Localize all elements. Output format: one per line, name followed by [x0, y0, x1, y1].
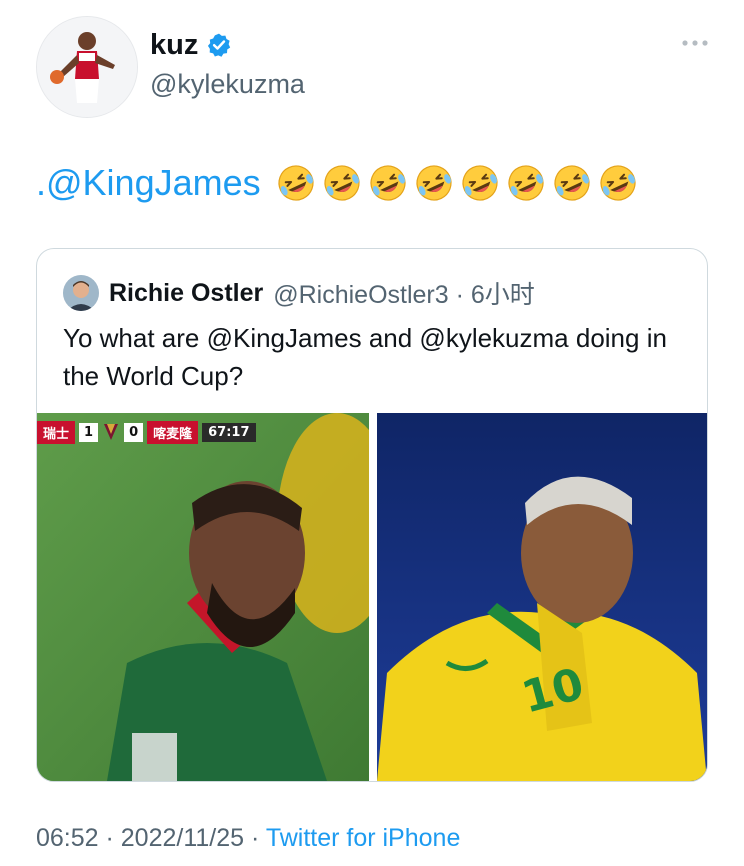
author-display-name[interactable]: kuz — [150, 28, 198, 62]
author-avatar[interactable] — [36, 16, 138, 118]
scoreboard-score1: 1 — [79, 422, 99, 442]
rolling-laughing-emoji-icon — [278, 165, 314, 201]
quoted-media-photo-1[interactable]: 瑞士 1 0 喀麦隆 67:17 — [37, 413, 369, 781]
player-avatar-icon — [37, 17, 137, 117]
person-avatar-icon — [63, 275, 99, 311]
rolling-laughing-emoji-icon — [600, 165, 636, 201]
rolling-laughing-emoji-icon — [554, 165, 590, 201]
author-handle[interactable]: @kylekuzma — [150, 64, 305, 104]
quoted-tweet[interactable]: Richie Ostler @RichieOstler3 · 6小时 Yo wh… — [36, 248, 708, 782]
verified-badge-icon — [208, 33, 231, 57]
author-display-name-row[interactable]: kuz — [150, 28, 305, 62]
scoreboard-team2: 喀麦隆 — [147, 420, 199, 444]
scoreboard-score2: 0 — [124, 422, 144, 442]
rolling-laughing-emoji-icon — [324, 165, 360, 201]
tweet-header: kuz @kylekuzma — [36, 16, 716, 118]
rolling-laughing-emoji-icon — [508, 165, 544, 201]
quoted-tweet-header: Richie Ostler @RichieOstler3 · 6小时 — [63, 275, 535, 311]
brazil-player-photo: 10 — [377, 413, 707, 781]
scoreboard-clock: 67:17 — [202, 422, 256, 442]
rolling-laughing-emoji-icon — [370, 165, 406, 201]
tweet-text: .@KingJames — [36, 160, 639, 206]
worldcup-logo-icon — [104, 424, 119, 440]
author-names: kuz @kylekuzma — [150, 28, 305, 104]
quoted-media-photo-2[interactable]: 10 — [377, 413, 707, 781]
tweet-source-link[interactable]: Twitter for iPhone — [266, 824, 461, 852]
rolling-laughing-emoji-icon — [462, 165, 498, 201]
scoreboard: 瑞士 1 0 喀麦隆 67:17 — [37, 420, 256, 444]
scoreboard-team1: 瑞士 — [37, 420, 76, 444]
more-options-icon[interactable] — [680, 36, 710, 50]
quoted-author-handle-time[interactable]: @RichieOstler3 · 6小时 — [273, 275, 535, 311]
tweet-footer: 06:52 · 2022/11/25 · Twitter for iPhone — [36, 822, 460, 854]
quoted-tweet-text: Yo what are @KingJames and @kylekuzma do… — [63, 323, 667, 391]
mention-link[interactable]: .@KingJames — [36, 160, 261, 206]
quoted-author-name[interactable]: Richie Ostler — [109, 279, 263, 308]
tweet-timestamp[interactable]: 06:52 · 2022/11/25 · — [36, 824, 266, 852]
quoted-author-avatar[interactable] — [63, 275, 99, 311]
emoji-row — [275, 162, 639, 204]
cameroon-player-photo — [37, 413, 369, 781]
rolling-laughing-emoji-icon — [416, 165, 452, 201]
